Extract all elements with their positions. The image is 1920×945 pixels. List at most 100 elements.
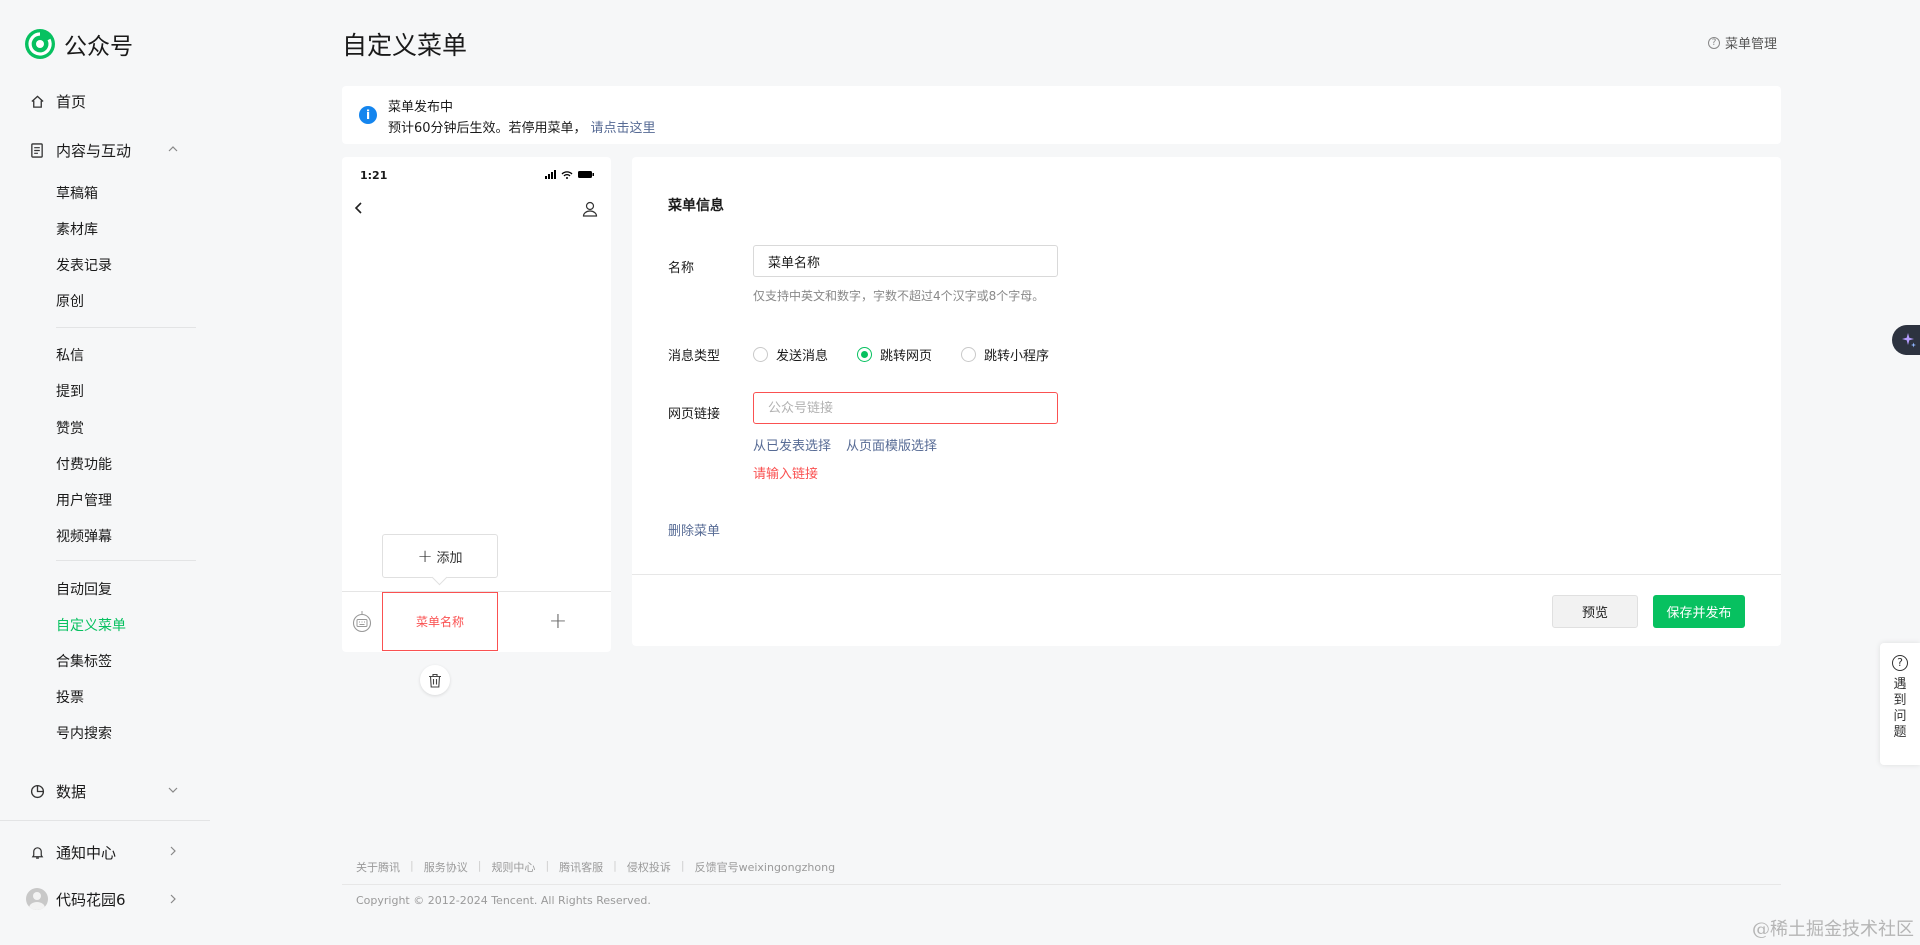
help-float-label: 遇到问题 <box>1893 677 1907 740</box>
sidebar-item-in-account-search[interactable]: 号内搜索 <box>56 723 112 743</box>
chevron-right-icon[interactable] <box>168 846 178 856</box>
menu-name-input[interactable] <box>753 245 1058 277</box>
chevron-down-icon[interactable] <box>168 785 178 795</box>
footer-link-feedback[interactable]: 反馈官号weixingongzhong <box>695 859 835 875</box>
url-error-message: 请输入链接 <box>753 467 819 482</box>
ai-assistant-button[interactable] <box>1892 325 1920 355</box>
status-bar-icon <box>545 170 594 179</box>
radio-dot <box>961 347 976 362</box>
user-profile-icon[interactable] <box>581 200 599 218</box>
account-name: 代码花园6 <box>56 890 126 909</box>
footer-link-support[interactable]: 腾讯客服 <box>559 859 603 875</box>
publish-notice: i 菜单发布中 预计60分钟后生效。若停用菜单， 请点击这里 <box>342 86 1781 144</box>
nav-home[interactable]: 首页 <box>28 91 86 112</box>
sidebar-item-user-management[interactable]: 用户管理 <box>56 490 112 510</box>
sidebar-item-vote[interactable]: 投票 <box>56 687 84 707</box>
plus-icon: + <box>417 545 433 567</box>
radio-dot <box>753 347 768 362</box>
select-from-template-link[interactable]: 从页面模版选择 <box>846 435 937 454</box>
nav-notice-center[interactable]: 通知中心 <box>28 842 116 863</box>
name-label: 名称 <box>668 261 695 276</box>
separator: | <box>410 859 414 872</box>
webpage-url-input[interactable] <box>753 392 1058 424</box>
menu-management-link[interactable]: ? 菜单管理 <box>1708 33 1777 52</box>
sidebar-item-drafts[interactable]: 草稿箱 <box>56 183 98 203</box>
radio-dot-selected <box>857 347 872 362</box>
menu-tab-active[interactable]: 菜单名称 <box>382 592 498 651</box>
footer-link-infringement[interactable]: 侵权投诉 <box>627 859 671 875</box>
footer-links: 关于腾讯 | 服务协议 | 规则中心 | 腾讯客服 | 侵权投诉 | 反馈官号weixin… <box>356 859 835 875</box>
separator: | <box>680 859 685 872</box>
sidebar-item-appreciation[interactable]: 赞赏 <box>56 418 84 438</box>
avatar <box>26 888 48 910</box>
url-label: 网页链接 <box>668 407 721 422</box>
phone-preview: 1:21 + 添加 <box>342 157 611 652</box>
home-icon <box>28 93 46 111</box>
sidebar-item-messages[interactable]: 私信 <box>56 345 84 365</box>
radio-send-message[interactable]: 发送消息 <box>753 345 828 364</box>
notice-link[interactable]: 请点击这里 <box>591 121 656 136</box>
nav-content-group[interactable]: 内容与互动 <box>28 140 131 161</box>
delete-menu-button[interactable] <box>420 665 450 695</box>
add-submenu-label: 添加 <box>436 550 463 566</box>
sidebar-item-collection-tags[interactable]: 合集标签 <box>56 651 112 671</box>
nav-notice-center-label: 通知中心 <box>56 844 117 862</box>
sidebar-item-auto-reply[interactable]: 自动回复 <box>56 579 112 599</box>
nav-data-group[interactable]: 数据 <box>28 781 86 802</box>
radio-jump-webpage[interactable]: 跳转网页 <box>857 345 932 364</box>
logo[interactable]: 公众号 <box>24 27 133 61</box>
keyboard-toggle-icon[interactable] <box>352 609 372 633</box>
sidebar-item-mentions[interactable]: 提到 <box>56 381 84 401</box>
chevron-right-icon[interactable] <box>168 894 178 904</box>
menu-info-panel: 菜单信息 名称 仅支持中英文和数字，字数不超过4个汉字或8个字母。 消息类型 发… <box>632 157 1781 646</box>
radio-jump-miniprogram-label: 跳转小程序 <box>984 349 1050 364</box>
nav-content-group-label: 内容与互动 <box>56 142 132 160</box>
back-arrow-icon[interactable] <box>352 201 366 215</box>
add-menu-tab-button[interactable]: + <box>505 592 611 651</box>
footer-link-service-agreement[interactable]: 服务协议 <box>424 859 468 875</box>
separator: | <box>613 859 617 872</box>
status-time: 1:21 <box>360 169 388 182</box>
trash-icon <box>429 673 441 688</box>
radio-jump-webpage-label: 跳转网页 <box>880 349 933 364</box>
sidebar-item-video-danmaku[interactable]: 视频弹幕 <box>56 526 112 546</box>
delete-menu-link[interactable]: 删除菜单 <box>668 520 720 539</box>
nav-data-group-label: 数据 <box>56 783 87 801</box>
add-submenu-button[interactable]: + 添加 <box>382 534 498 578</box>
divider <box>342 884 1781 885</box>
app-title: 公众号 <box>64 34 133 60</box>
preview-button[interactable]: 预览 <box>1552 595 1638 628</box>
sidebar-item-paid-features[interactable]: 付费功能 <box>56 454 112 474</box>
select-from-published-link[interactable]: 从已发表选择 <box>753 435 831 454</box>
section-title: 菜单信息 <box>668 198 724 214</box>
divider <box>56 327 196 328</box>
sidebar-item-custom-menu[interactable]: 自定义菜单 <box>56 615 126 635</box>
sidebar-item-original[interactable]: 原创 <box>56 291 84 311</box>
notice-message-text: 预计60分钟后生效。若停用菜单， <box>388 121 587 136</box>
sidebar-item-materials[interactable]: 素材库 <box>56 219 98 239</box>
notice-title: 菜单发布中 <box>388 100 454 115</box>
footer-link-rules[interactable]: 规则中心 <box>491 859 535 875</box>
question-icon: ? <box>1892 655 1908 671</box>
divider <box>632 574 1781 575</box>
sparkle-icon <box>1902 333 1916 348</box>
menu-management-label: 菜单管理 <box>1725 37 1778 52</box>
divider <box>56 560 196 561</box>
save-and-publish-button[interactable]: 保存并发布 <box>1653 595 1745 628</box>
account-menu[interactable]: 代码花园6 <box>26 888 126 910</box>
chevron-up-icon[interactable] <box>168 144 178 154</box>
watermark: @稀土掘金技术社区 <box>1752 919 1914 940</box>
separator: | <box>545 859 550 872</box>
page-title: 自定义菜单 <box>342 31 468 60</box>
footer-link-about[interactable]: 关于腾讯 <box>356 859 400 875</box>
sidebar-item-publish-records[interactable]: 发表记录 <box>56 255 112 275</box>
nav-home-label: 首页 <box>56 93 87 111</box>
info-icon: i <box>359 106 377 124</box>
help-float-button[interactable]: ? 遇到问题 <box>1880 643 1920 765</box>
radio-send-message-label: 发送消息 <box>776 349 829 364</box>
radio-jump-miniprogram[interactable]: 跳转小程序 <box>961 345 1049 364</box>
separator: | <box>477 859 482 872</box>
help-icon: ? <box>1708 36 1720 49</box>
wechat-official-logo-icon <box>25 29 55 59</box>
divider <box>0 820 210 821</box>
